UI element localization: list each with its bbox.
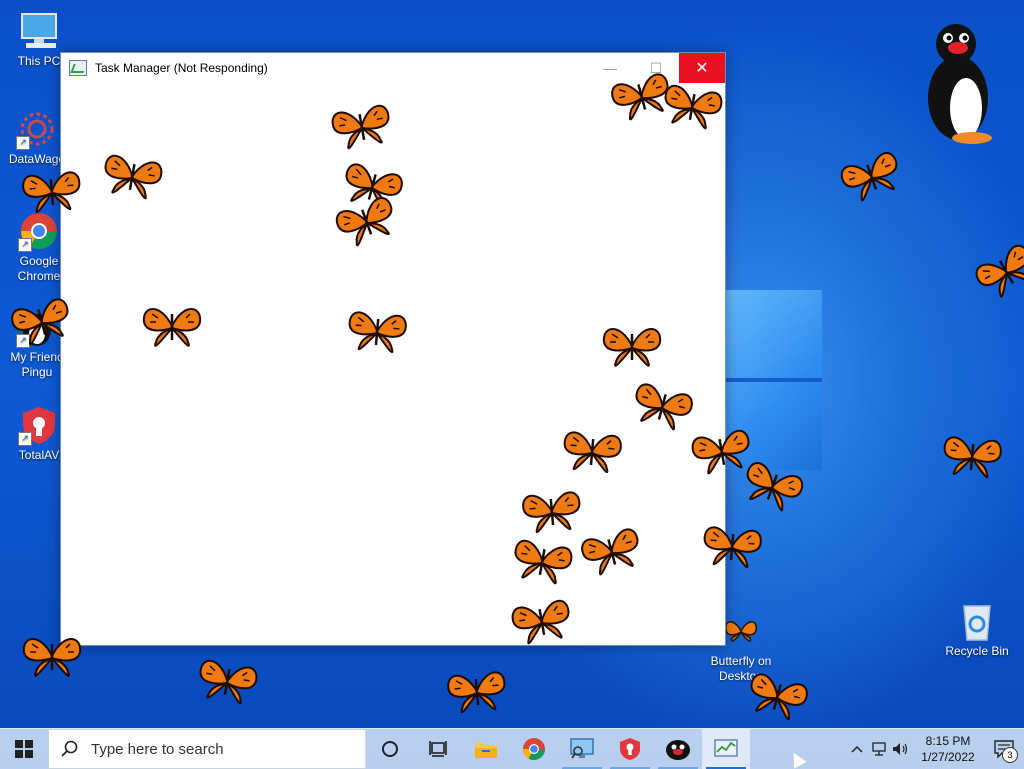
- task-view-icon: [429, 741, 447, 757]
- pingu-icon: [666, 740, 690, 760]
- notification-count-badge: 3: [1002, 747, 1018, 763]
- chrome-icon: [523, 738, 545, 760]
- taskbar-search-box[interactable]: [48, 729, 366, 769]
- butterfly-decoration: [832, 141, 911, 216]
- taskbar-task-manager[interactable]: [702, 729, 750, 769]
- butterfly-decoration: [558, 422, 627, 483]
- taskbar-clock[interactable]: 8:15 PM 1/27/2022: [912, 733, 984, 765]
- search-icon: [61, 740, 78, 757]
- folder-icon: [475, 743, 497, 758]
- task-manager-icon: [69, 60, 87, 76]
- butterfly-decoration: [965, 233, 1024, 313]
- taskbar-task-view[interactable]: [414, 729, 462, 769]
- recycle-bin-icon: [956, 600, 998, 642]
- desktop-icon-recycle-bin[interactable]: Recycle Bin: [940, 600, 1014, 659]
- pingu-sticker[interactable]: [922, 22, 994, 144]
- shortcut-arrow-icon: ↗: [16, 136, 30, 150]
- butterfly-decoration: [140, 300, 204, 356]
- system-tray: 8:15 PM 1/27/2022 3: [846, 729, 1024, 769]
- butterfly-decoration: [739, 663, 815, 734]
- butterfly-decoration: [96, 145, 169, 211]
- shield-icon: [620, 738, 640, 760]
- desktop-icon-label: Recycle Bin: [945, 644, 1009, 658]
- task-manager-icon: [714, 739, 738, 757]
- butterfly-decoration: [600, 320, 664, 376]
- clock-date: 1/27/2022: [921, 750, 975, 764]
- datawago-icon: ↗: [16, 108, 58, 150]
- monitor-search-icon: [570, 738, 594, 759]
- cortana-circle-icon: [382, 741, 398, 757]
- window-title: Task Manager (Not Responding): [95, 61, 268, 75]
- butterfly-decoration: [698, 517, 767, 578]
- butterfly-decoration: [20, 630, 84, 686]
- show-hidden-icons-chevron-icon[interactable]: [846, 729, 868, 769]
- taskbar-pingu[interactable]: [654, 729, 702, 769]
- butterfly-decoration: [506, 530, 579, 596]
- action-center-button[interactable]: 3: [984, 729, 1024, 769]
- volume-icon[interactable]: [890, 729, 912, 769]
- butterfly-icon: [720, 610, 762, 652]
- shortcut-arrow-icon: ↗: [18, 238, 32, 252]
- taskbar: 8:15 PM 1/27/2022 3: [0, 728, 1024, 769]
- network-icon[interactable]: [868, 729, 890, 769]
- search-input[interactable]: [89, 739, 343, 759]
- butterfly-decoration: [18, 162, 87, 223]
- taskbar-file-explorer[interactable]: [462, 729, 510, 769]
- butterfly-decoration: [938, 427, 1007, 488]
- butterfly-decoration: [326, 95, 399, 161]
- butterfly-decoration: [343, 302, 412, 363]
- taskbar-cortana[interactable]: [366, 729, 414, 769]
- shield-icon: ↗: [18, 404, 60, 446]
- butterfly-decoration: [506, 590, 579, 656]
- clock-time: 8:15 PM: [925, 734, 971, 748]
- taskbar-magnifier-app[interactable]: [558, 729, 606, 769]
- windows-start-icon: [15, 740, 33, 758]
- taskbar-chrome[interactable]: [510, 729, 558, 769]
- shortcut-arrow-icon: ↗: [18, 432, 32, 446]
- butterfly-decoration: [656, 75, 729, 141]
- butterfly-decoration: [443, 662, 512, 723]
- computer-icon: [18, 10, 60, 52]
- taskbar-totalav[interactable]: [606, 729, 654, 769]
- start-button[interactable]: [0, 729, 48, 769]
- butterfly-decoration: [191, 650, 264, 716]
